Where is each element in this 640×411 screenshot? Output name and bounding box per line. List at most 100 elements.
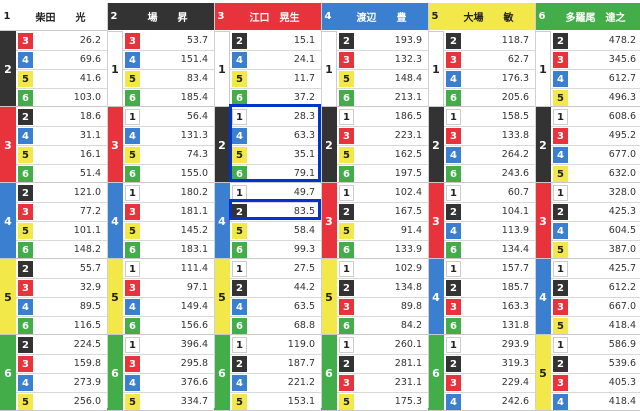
odds-row[interactable]: 3 53.7 xyxy=(123,31,214,51)
odds-row[interactable]: 1 425.7 xyxy=(551,259,640,279)
odds-row[interactable]: 4 89.5 xyxy=(16,297,107,317)
odds-row[interactable]: 3 132.3 xyxy=(337,50,428,70)
odds-row[interactable]: 1 102.4 xyxy=(337,183,428,203)
odds-row[interactable]: 6 243.6 xyxy=(444,164,535,183)
odds-row[interactable]: 1 56.4 xyxy=(123,107,214,127)
odds-row[interactable]: 5 387.0 xyxy=(551,240,640,259)
odds-row[interactable]: 6 185.4 xyxy=(123,88,214,107)
odds-row[interactable]: 1 396.4 xyxy=(123,335,214,355)
odds-row[interactable]: 1 586.9 xyxy=(551,335,640,355)
odds-row[interactable]: 2 121.0 xyxy=(16,183,107,203)
odds-row[interactable]: 1 608.6 xyxy=(551,107,640,127)
odds-row[interactable]: 5 101.1 xyxy=(16,221,107,241)
odds-row[interactable]: 6 156.6 xyxy=(123,316,214,335)
odds-row[interactable]: 1 27.5 xyxy=(230,259,321,279)
odds-row[interactable]: 2 612.2 xyxy=(551,278,640,298)
odds-row[interactable]: 4 131.3 xyxy=(123,126,214,146)
odds-row[interactable]: 2 478.2 xyxy=(551,31,640,51)
odds-row[interactable]: 5 256.0 xyxy=(16,392,107,411)
odds-row[interactable]: 1 28.3 xyxy=(230,107,321,127)
odds-row[interactable]: 3 345.6 xyxy=(551,50,640,70)
odds-row[interactable]: 6 148.2 xyxy=(16,240,107,259)
odds-row[interactable]: 6 131.8 xyxy=(444,316,535,335)
odds-row[interactable]: 1 102.9 xyxy=(337,259,428,279)
odds-row[interactable]: 3 667.0 xyxy=(551,297,640,317)
odds-row[interactable]: 3 133.8 xyxy=(444,126,535,146)
odds-row[interactable]: 2 319.3 xyxy=(444,354,535,374)
odds-row[interactable]: 2 18.6 xyxy=(16,107,107,127)
odds-row[interactable]: 3 223.1 xyxy=(337,126,428,146)
odds-row[interactable]: 2 187.7 xyxy=(230,354,321,374)
odds-row[interactable]: 6 133.9 xyxy=(337,240,428,259)
odds-row[interactable]: 3 295.8 xyxy=(123,354,214,374)
odds-row[interactable]: 4 63.3 xyxy=(230,126,321,146)
odds-row[interactable]: 4 31.1 xyxy=(16,126,107,146)
odds-row[interactable]: 4 242.6 xyxy=(444,392,535,411)
odds-row[interactable]: 4 69.6 xyxy=(16,50,107,70)
odds-row[interactable]: 4 221.2 xyxy=(230,373,321,393)
odds-row[interactable]: 2 15.1 xyxy=(230,31,321,51)
odds-row[interactable]: 3 163.3 xyxy=(444,297,535,317)
odds-row[interactable]: 5 153.1 xyxy=(230,392,321,411)
odds-row[interactable]: 2 55.7 xyxy=(16,259,107,279)
odds-row[interactable]: 5 16.1 xyxy=(16,145,107,165)
odds-row[interactable]: 6 51.4 xyxy=(16,164,107,183)
odds-row[interactable]: 3 231.1 xyxy=(337,373,428,393)
odds-row[interactable]: 4 604.5 xyxy=(551,221,640,241)
odds-row[interactable]: 5 35.1 xyxy=(230,145,321,165)
odds-row[interactable]: 2 425.3 xyxy=(551,202,640,222)
odds-row[interactable]: 6 103.0 xyxy=(16,88,107,107)
odds-row[interactable]: 1 49.7 xyxy=(230,183,321,203)
odds-row[interactable]: 2 224.5 xyxy=(16,335,107,355)
odds-row[interactable]: 4 24.1 xyxy=(230,50,321,70)
odds-row[interactable]: 5 83.4 xyxy=(123,69,214,89)
odds-row[interactable]: 5 11.7 xyxy=(230,69,321,89)
odds-row[interactable]: 4 63.5 xyxy=(230,297,321,317)
odds-row[interactable]: 3 159.8 xyxy=(16,354,107,374)
odds-row[interactable]: 1 180.2 xyxy=(123,183,214,203)
odds-row[interactable]: 5 145.2 xyxy=(123,221,214,241)
odds-row[interactable]: 1 119.0 xyxy=(230,335,321,355)
odds-row[interactable]: 6 213.1 xyxy=(337,88,428,107)
odds-row[interactable]: 1 158.5 xyxy=(444,107,535,127)
odds-row[interactable]: 4 273.9 xyxy=(16,373,107,393)
odds-row[interactable]: 6 197.5 xyxy=(337,164,428,183)
odds-row[interactable]: 5 148.4 xyxy=(337,69,428,89)
odds-row[interactable]: 6 68.8 xyxy=(230,316,321,335)
odds-row[interactable]: 3 26.2 xyxy=(16,31,107,51)
odds-row[interactable]: 4 149.4 xyxy=(123,297,214,317)
odds-row[interactable]: 5 418.4 xyxy=(551,316,640,335)
odds-row[interactable]: 6 37.2 xyxy=(230,88,321,107)
odds-row[interactable]: 1 293.9 xyxy=(444,335,535,355)
odds-row[interactable]: 6 99.3 xyxy=(230,240,321,259)
odds-row[interactable]: 4 113.9 xyxy=(444,221,535,241)
odds-row[interactable]: 4 612.7 xyxy=(551,69,640,89)
odds-row[interactable]: 2 118.7 xyxy=(444,31,535,51)
odds-row[interactable]: 2 193.9 xyxy=(337,31,428,51)
odds-row[interactable]: 5 632.0 xyxy=(551,164,640,183)
odds-row[interactable]: 3 77.2 xyxy=(16,202,107,222)
odds-row[interactable]: 5 162.5 xyxy=(337,145,428,165)
odds-row[interactable]: 5 91.4 xyxy=(337,221,428,241)
odds-row[interactable]: 2 281.1 xyxy=(337,354,428,374)
odds-row[interactable]: 3 495.2 xyxy=(551,126,640,146)
odds-row[interactable]: 3 62.7 xyxy=(444,50,535,70)
odds-row[interactable]: 3 89.8 xyxy=(337,297,428,317)
odds-row[interactable]: 5 175.3 xyxy=(337,392,428,411)
odds-row[interactable]: 3 97.1 xyxy=(123,278,214,298)
odds-row[interactable]: 4 176.3 xyxy=(444,69,535,89)
odds-row[interactable]: 1 260.1 xyxy=(337,335,428,355)
odds-row[interactable]: 2 539.6 xyxy=(551,354,640,374)
odds-row[interactable]: 6 205.6 xyxy=(444,88,535,107)
odds-row[interactable]: 3 181.1 xyxy=(123,202,214,222)
odds-row[interactable]: 5 334.7 xyxy=(123,392,214,411)
odds-row[interactable]: 5 41.6 xyxy=(16,69,107,89)
odds-row[interactable]: 4 264.2 xyxy=(444,145,535,165)
odds-row[interactable]: 2 185.7 xyxy=(444,278,535,298)
odds-row[interactable]: 5 496.3 xyxy=(551,88,640,107)
odds-row[interactable]: 2 44.2 xyxy=(230,278,321,298)
odds-row[interactable]: 4 677.0 xyxy=(551,145,640,165)
odds-row[interactable]: 6 183.1 xyxy=(123,240,214,259)
odds-row[interactable]: 3 32.9 xyxy=(16,278,107,298)
odds-row[interactable]: 4 151.4 xyxy=(123,50,214,70)
